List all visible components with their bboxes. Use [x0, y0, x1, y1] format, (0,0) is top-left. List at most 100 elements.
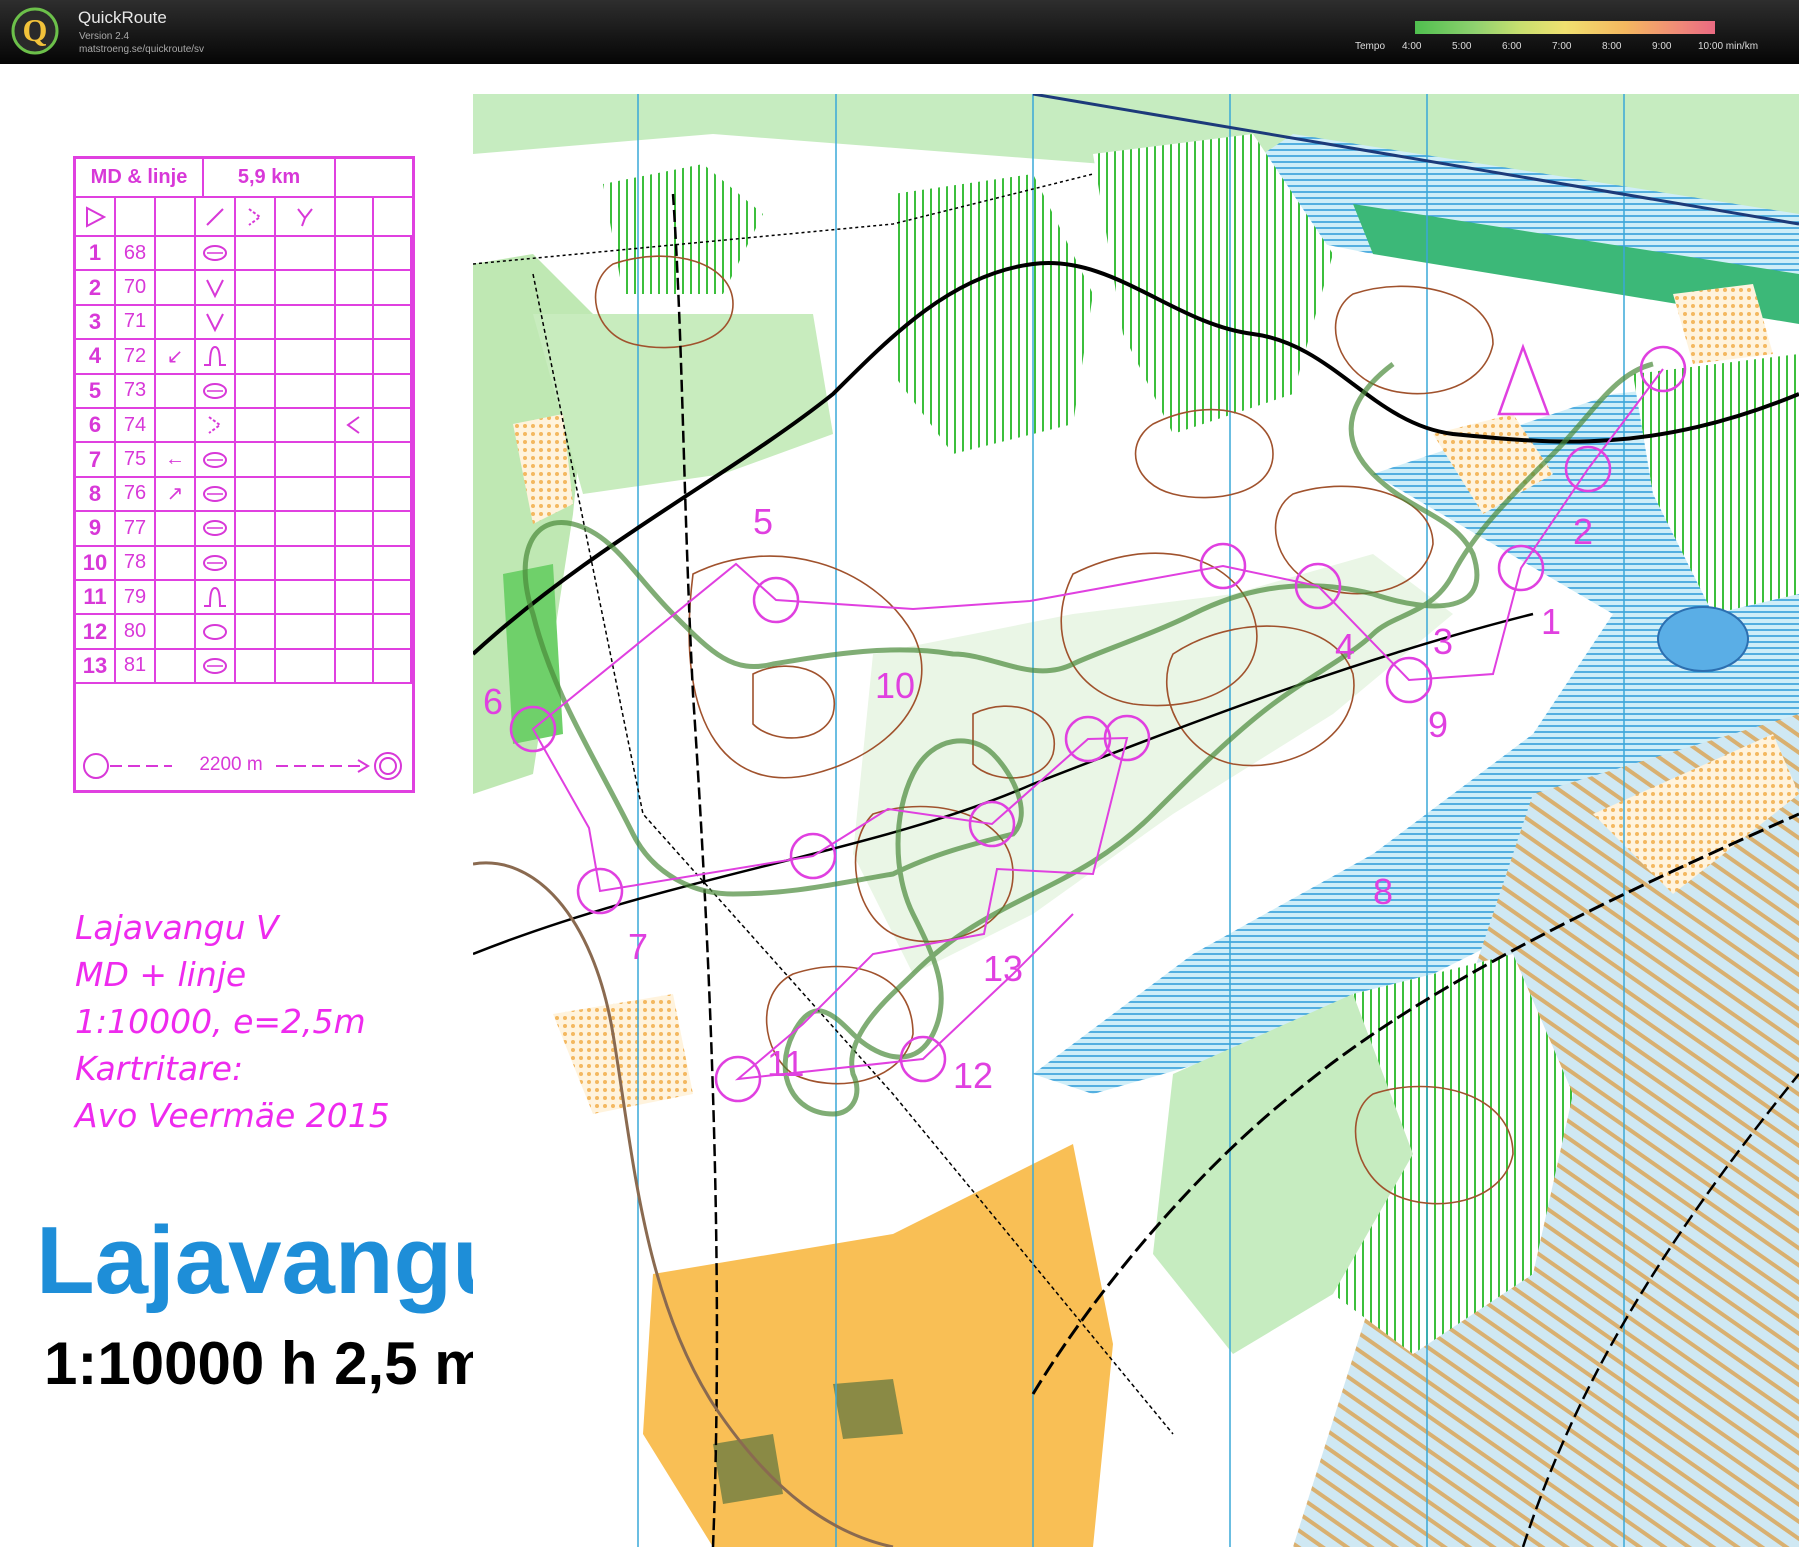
map-viewport[interactable]: MD & linje 5,9 km 1 68 2 70 3 71 4 72 ↙ 5 73 6 74 7 75…	[0, 64, 1799, 1547]
control-sheet-header: MD & linje 5,9 km	[76, 159, 412, 198]
control-seq-number: 6	[76, 409, 116, 442]
control-number-6: 6	[483, 681, 503, 722]
direction-icon	[156, 305, 196, 339]
dimension-cell	[276, 340, 336, 373]
other-cell	[374, 237, 412, 270]
map-info-line: 1:10000, e=2,5m	[75, 1002, 366, 1041]
control-code: 80	[116, 615, 156, 648]
ring-feature-icon	[196, 615, 236, 648]
control-code: 74	[116, 409, 156, 442]
control-number-12: 12	[953, 1055, 993, 1096]
direction-icon	[156, 271, 196, 304]
direction-icon: ←	[156, 443, 196, 476]
control-row: 9 77	[76, 512, 412, 547]
dimension-cell	[276, 546, 336, 579]
other-cell	[374, 477, 412, 511]
hill-feature-icon	[196, 581, 236, 614]
other-cell	[374, 546, 412, 579]
direction-icon: ↗	[156, 477, 196, 511]
control-number-13: 13	[983, 948, 1023, 989]
appearance-cell	[236, 546, 276, 579]
control-row: 7 75 ←	[76, 443, 412, 478]
direction-icon	[156, 581, 196, 614]
location-cell	[336, 271, 374, 304]
appearance-cell	[236, 477, 276, 511]
control-row: 4 72 ↙	[76, 340, 412, 375]
location-cell	[336, 374, 374, 407]
other-cell	[374, 374, 412, 407]
control-code: 75	[116, 443, 156, 476]
control-code: 71	[116, 305, 156, 339]
oval-feature-icon	[196, 546, 236, 579]
other-cell	[374, 615, 412, 648]
control-code: 79	[116, 581, 156, 614]
control-code: 78	[116, 546, 156, 579]
other-cell	[374, 409, 412, 442]
dimension-cell	[276, 271, 336, 304]
appearance-cell	[236, 340, 276, 373]
control-seq-number: 5	[76, 374, 116, 407]
direction-icon	[156, 409, 196, 442]
control-seq-number: 2	[76, 271, 116, 304]
finish-distance: 2200 m	[199, 754, 263, 775]
dimension-cell	[276, 409, 336, 442]
appearance-cell	[236, 581, 276, 614]
other-cell	[374, 649, 412, 683]
control-code: 68	[116, 237, 156, 270]
control-number-9: 9	[1428, 704, 1448, 745]
control-number-10: 10	[875, 665, 915, 706]
control-code: 72	[116, 340, 156, 373]
other-cell	[374, 340, 412, 373]
other-cell	[374, 581, 412, 614]
location-cell	[336, 237, 374, 270]
control-number-4: 4	[1335, 626, 1355, 667]
control-number-11: 11	[767, 1043, 804, 1084]
direction-icon	[156, 546, 196, 579]
control-seq-number: 3	[76, 305, 116, 339]
direction-icon	[156, 649, 196, 683]
location-cell	[336, 581, 374, 614]
location-cell	[336, 340, 374, 373]
app-url-link[interactable]: matstroeng.se/quickroute/sv	[79, 44, 204, 55]
v-feature-icon	[196, 271, 236, 304]
direction-icon	[156, 512, 196, 545]
dimension-cell	[276, 512, 336, 545]
tempo-tick: 7:00	[1552, 41, 1572, 52]
location-cell	[336, 615, 374, 648]
appearance-cell	[236, 615, 276, 648]
appearance-cell	[236, 443, 276, 476]
appearance-cell	[236, 305, 276, 339]
bend-feature-icon	[196, 409, 236, 442]
dimension-cell	[276, 374, 336, 407]
control-row: 13 81	[76, 649, 412, 685]
line-bend-icon	[236, 198, 276, 235]
line-feature-icon	[196, 198, 236, 235]
control-seq-number: 8	[76, 477, 116, 511]
location-cell	[336, 512, 374, 545]
control-seq-number: 10	[76, 546, 116, 579]
dimension-cell	[276, 615, 336, 648]
location-cell	[336, 409, 374, 442]
control-code: 73	[116, 374, 156, 407]
tempo-tick: 6:00	[1502, 41, 1522, 52]
oval-feature-icon	[196, 649, 236, 683]
control-seq-number: 9	[76, 512, 116, 545]
control-row: 8 76 ↗	[76, 477, 412, 513]
tempo-tick: 9:00	[1652, 41, 1672, 52]
tempo-label: Tempo	[1355, 41, 1386, 52]
v-feature-icon	[196, 305, 236, 339]
tempo-tick: 10:00 min/km	[1698, 41, 1759, 52]
control-row: 1 68	[76, 237, 412, 272]
control-seq-number: 12	[76, 615, 116, 648]
appearance-cell	[236, 237, 276, 270]
dimension-cell	[276, 581, 336, 614]
course-length: 5,9 km	[204, 159, 336, 196]
control-seq-number: 1	[76, 237, 116, 270]
map-info-line: MD + linje	[75, 955, 247, 994]
app-title: QuickRoute	[78, 8, 167, 27]
orienteering-map[interactable]: 1 2 3 4 5 6 7 8 9 10 11 12 13	[473, 94, 1799, 1547]
appearance-cell	[236, 271, 276, 304]
appearance-cell	[236, 649, 276, 683]
location-cell	[336, 649, 374, 683]
control-row: 12 80	[76, 615, 412, 650]
